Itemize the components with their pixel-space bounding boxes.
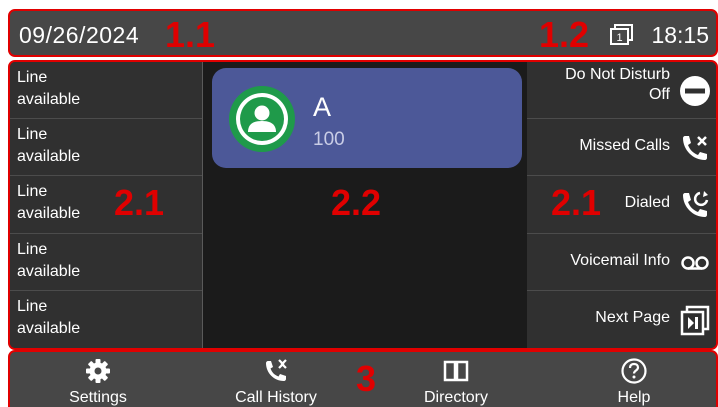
call-history-icon [266, 359, 287, 381]
annotation-1-1: 1.1 [165, 14, 216, 55]
line-key-label: Line [17, 297, 48, 315]
status-date: 09/26/2024 [19, 22, 140, 48]
help-label: Help [617, 389, 651, 406]
call-history-softkey[interactable]: Call History [216, 352, 336, 407]
status-time: 18:15 [651, 22, 709, 48]
annotation-2-1-left: 2.1 [114, 182, 165, 223]
settings-softkey[interactable]: Settings [48, 352, 148, 407]
missed-calls-label: Missed Calls [579, 137, 670, 155]
line-key-status: available [17, 205, 81, 223]
directory-softkey[interactable]: Directory [406, 352, 506, 407]
next-page-label: Next Page [595, 308, 670, 326]
avatar-icon [229, 86, 295, 152]
status-bar: 09/26/2024 1 18:15 [8, 9, 718, 57]
dialed-label: Dialed [624, 194, 670, 212]
contact-number: 100 [313, 129, 345, 150]
dnd-key[interactable]: Do Not Disturb Off [527, 62, 716, 120]
line-key-label: Line [17, 183, 48, 201]
line-key-status: available [17, 319, 81, 337]
line-key-status: available [17, 148, 81, 166]
dnd-icon [680, 76, 710, 106]
line-indicator-number: 1 [616, 32, 622, 44]
line-key[interactable]: Line available [10, 233, 202, 291]
dnd-label-state: Off [648, 86, 670, 103]
annotation-2-2: 2.2 [331, 182, 382, 223]
help-softkey[interactable]: Help [584, 352, 684, 407]
directory-label: Directory [423, 389, 488, 406]
line-key[interactable]: Line available [10, 62, 202, 120]
line-key[interactable]: Line available [10, 176, 202, 234]
help-icon [621, 358, 647, 384]
voicemail-label: Voicemail Info [570, 251, 670, 269]
call-history-label: Call History [235, 389, 317, 406]
contact-card[interactable]: A 100 [212, 68, 522, 168]
book-icon [443, 360, 469, 382]
phone-screen: 09/26/2024 1 18:15 Line available Line a… [0, 0, 718, 407]
line-key-status: available [17, 91, 81, 108]
line-key-status: available [17, 262, 81, 280]
settings-label: Settings [69, 389, 127, 406]
line-indicator-icon: 1 [610, 24, 633, 45]
annotation-2-1-right: 2.1 [551, 182, 602, 223]
annotation-3: 3 [356, 358, 377, 399]
dnd-label: Do Not Disturb Off [565, 65, 670, 105]
missed-call-icon [683, 136, 707, 161]
next-page-icon [680, 305, 710, 335]
dialed-call-icon [683, 191, 709, 218]
voicemail-icon [681, 255, 709, 270]
line-key[interactable]: Line available [10, 290, 202, 348]
line-key[interactable]: Line available [10, 119, 202, 177]
next-page-key[interactable]: Next Page [527, 290, 716, 348]
line-key-label: Line [17, 69, 48, 86]
voicemail-key[interactable]: Voicemail Info [527, 233, 716, 291]
line-key-column: Line available Line available Line avail… [10, 62, 202, 348]
line-key-label: Line [17, 126, 48, 144]
missed-calls-key[interactable]: Missed Calls [527, 119, 716, 177]
gear-icon [86, 359, 110, 383]
annotation-1-2: 1.2 [539, 14, 590, 55]
line-key-label: Line [17, 240, 48, 258]
contact-name: A [313, 92, 332, 122]
dnd-label-title: Do Not Disturb [565, 66, 670, 83]
